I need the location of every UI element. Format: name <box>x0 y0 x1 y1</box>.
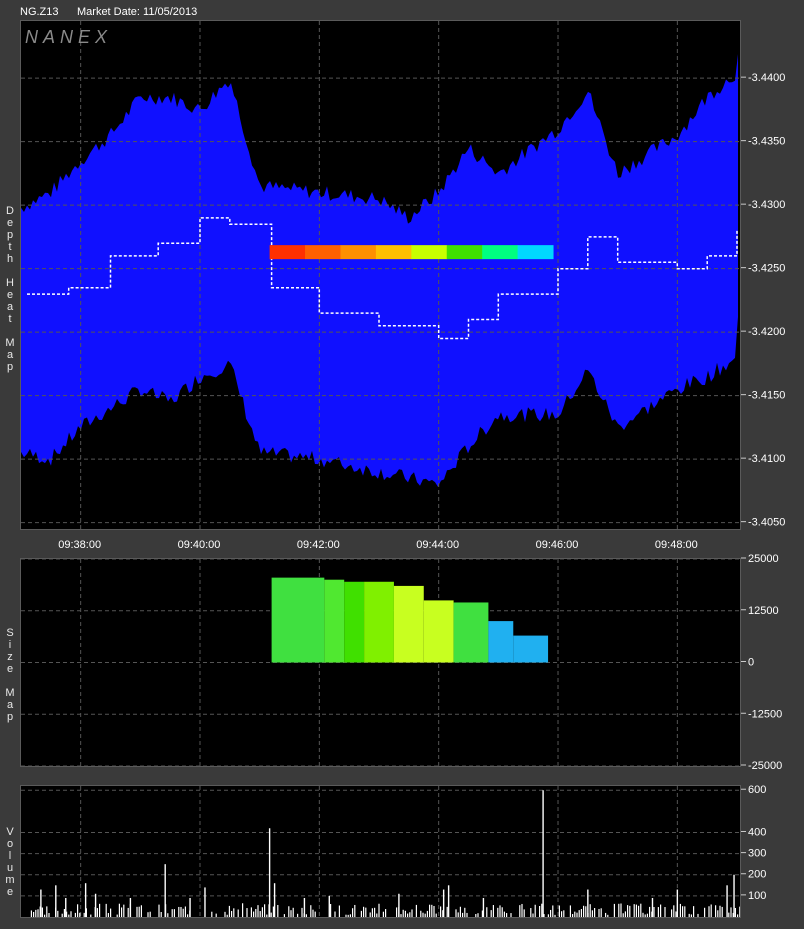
side-label-char: p <box>6 361 14 373</box>
depth-heat-map-panel <box>20 20 741 530</box>
price-tick-label: -3.4050 <box>748 517 785 529</box>
size-bar <box>453 602 489 663</box>
time-tick-label: 09:44:00 <box>416 539 459 551</box>
size-axis: 25000 12500 0 -12500 -25000 <box>741 553 782 772</box>
side-label-char <box>5 325 15 337</box>
size-bar <box>364 581 394 663</box>
large-order-segment <box>305 245 341 260</box>
side-label-char: h <box>6 253 14 265</box>
volume-chart <box>21 786 740 917</box>
large-order-segment <box>411 245 448 260</box>
price-tick-label: -3.4400 <box>748 72 785 84</box>
size-bar <box>344 581 365 663</box>
size-bar <box>423 600 454 663</box>
size-tick-label: 12500 <box>748 605 779 617</box>
depth-heat-map-label: Depth Heat Map <box>5 205 15 373</box>
price-tick-label: -3.4300 <box>748 199 785 211</box>
size-bar <box>393 585 424 663</box>
side-label-char: M <box>5 337 15 349</box>
side-label-char: H <box>6 277 14 289</box>
large-order-segment <box>517 245 554 260</box>
size-bar <box>271 577 325 663</box>
side-label-char: z <box>7 651 13 663</box>
volume-tick-label: 200 <box>748 869 766 881</box>
side-label-char: a <box>6 301 14 313</box>
side-label-char: l <box>8 850 12 862</box>
time-tick-label: 09:38:00 <box>58 539 101 551</box>
side-label-char: M <box>5 687 15 699</box>
side-label-char: D <box>6 205 14 217</box>
side-label-char <box>5 675 15 687</box>
nanex-watermark: NANEX <box>25 27 113 47</box>
price-tick-label: -3.4200 <box>748 326 785 338</box>
price-axis: -3.4050 -3.4100 -3.4150 -3.4200 -3.4250 -3.43… <box>741 72 785 529</box>
side-label-char: m <box>5 874 15 886</box>
side-label-char: e <box>6 663 14 675</box>
time-axis: 09:38:00 09:40:00 09:42:00 09:44:00 09:46:00… <box>58 539 698 551</box>
price-tick-label: -3.4350 <box>748 136 785 148</box>
side-label-char: u <box>6 862 14 874</box>
size-bar <box>324 579 345 663</box>
price-tick-label: -3.4150 <box>748 390 785 402</box>
time-tick-label: 09:40:00 <box>178 539 221 551</box>
side-label-char: S <box>6 627 14 639</box>
time-tick-label: 09:46:00 <box>536 539 579 551</box>
volume-tick-label: 300 <box>748 848 766 860</box>
size-bar <box>513 635 549 663</box>
size-bar <box>488 621 514 663</box>
side-label-char: a <box>6 349 14 361</box>
side-label-char: t <box>8 241 12 253</box>
order-book-depth <box>21 54 738 487</box>
side-label-char: a <box>6 699 14 711</box>
large-order-segment <box>340 245 377 260</box>
side-label-char: i <box>8 639 12 651</box>
price-tick-label: -3.4250 <box>748 263 785 275</box>
symbol-label: NG.Z13 <box>20 6 59 18</box>
side-label-char: e <box>6 289 14 301</box>
time-tick-label: 09:42:00 <box>297 539 340 551</box>
side-label-char: e <box>6 217 14 229</box>
size-map-panel <box>20 558 741 767</box>
side-label-char: p <box>6 711 14 723</box>
side-label-char: t <box>8 313 12 325</box>
size-map-label: Size Map <box>5 627 15 723</box>
volume-tick-label: 100 <box>748 890 766 902</box>
depth-heat-map <box>21 21 740 529</box>
size-tick-label: 25000 <box>748 553 779 565</box>
large-order-segment <box>446 245 483 260</box>
time-tick-label: 09:48:00 <box>655 539 698 551</box>
size-map <box>21 559 740 766</box>
large-order-segment <box>269 245 306 260</box>
price-tick-label: -3.4100 <box>748 453 785 465</box>
market-date-label: Market Date: 11/05/2013 <box>77 6 198 18</box>
volume-tick-label: 400 <box>748 826 766 838</box>
size-tick-label: -25000 <box>748 760 782 772</box>
side-label-char: V <box>6 826 14 838</box>
volume-panel <box>20 785 741 918</box>
side-label-char: e <box>6 886 14 898</box>
side-label-char: p <box>6 229 14 241</box>
size-tick-label: 0 <box>748 657 754 669</box>
large-order-segment <box>375 245 412 260</box>
volume-axis: 600 400 300 200 100 <box>741 784 766 902</box>
volume-label: Volume <box>5 826 15 898</box>
volume-tick-label: 600 <box>748 784 766 796</box>
side-label-char: o <box>6 838 14 850</box>
size-tick-label: -12500 <box>748 708 782 720</box>
side-label-char <box>5 265 15 277</box>
large-order-segment <box>482 245 519 260</box>
